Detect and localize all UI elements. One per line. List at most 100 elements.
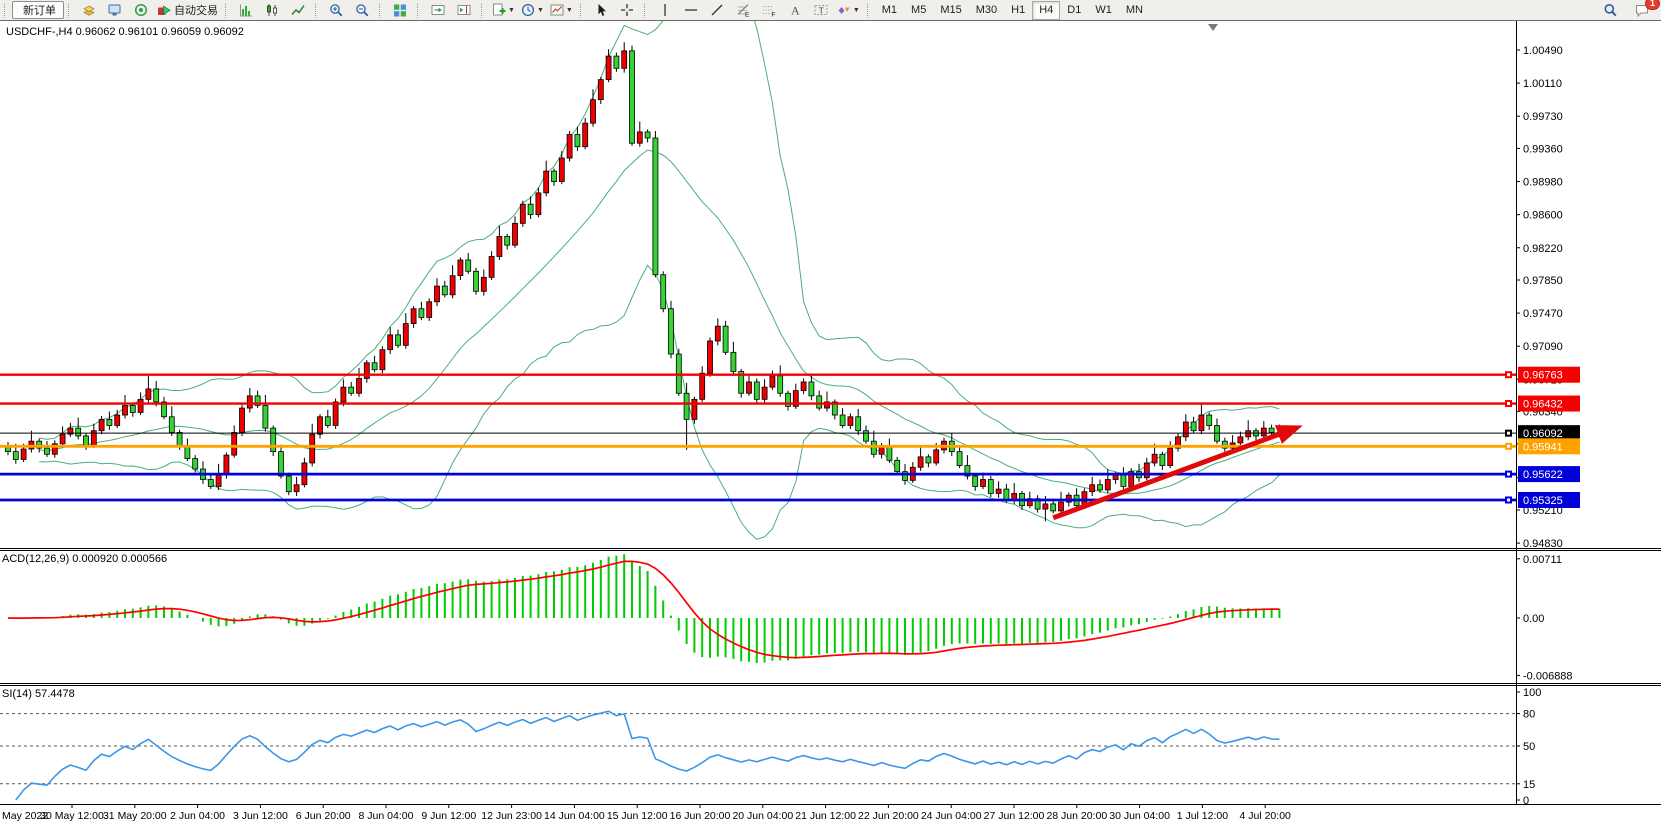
svg-text:0.96432: 0.96432 — [1523, 399, 1563, 411]
trading-terminal-window: 新订单 自动交易 ▼ ▼ ▼ E F AT ▼ M1M5M15M30H1H4D1W1MN 1 1.0… — [0, 0, 1661, 821]
equidistant-channel-button[interactable]: F — [756, 0, 782, 20]
chat-button[interactable]: 1 — [1629, 0, 1655, 20]
svg-text:0.97090: 0.97090 — [1523, 341, 1563, 353]
search-button[interactable] — [1597, 0, 1623, 20]
svg-text:31 May 20:00: 31 May 20:00 — [103, 810, 167, 821]
svg-text:80: 80 — [1523, 709, 1535, 721]
svg-text:-0.006888: -0.006888 — [1523, 670, 1573, 682]
market-watch-icon[interactable] — [76, 0, 102, 20]
svg-text:50: 50 — [1523, 741, 1535, 753]
svg-text:20 Jun 04:00: 20 Jun 04:00 — [732, 810, 793, 821]
tile-windows-icon — [393, 3, 407, 17]
auto-scroll-button[interactable] — [425, 0, 451, 20]
text-button[interactable]: A — [782, 0, 808, 20]
templates-button[interactable]: ▼ — [547, 0, 576, 20]
svg-text:15 Jun 12:00: 15 Jun 12:00 — [607, 810, 668, 821]
main-toolbar: 新订单 自动交易 ▼ ▼ ▼ E F AT ▼ M1M5M15M30H1H4D1W1MN 1 — [0, 0, 1661, 21]
timeframe-mn-button[interactable]: MN — [1119, 1, 1150, 20]
toolbar-group-grip — [225, 3, 230, 18]
zoom-in-button[interactable] — [323, 0, 349, 20]
chart-canvas[interactable]: 1.004901.001100.997300.993600.989800.986… — [0, 21, 1661, 821]
indicators-button[interactable]: ▼ — [489, 0, 518, 20]
svg-text:8 Jun 04:00: 8 Jun 04:00 — [359, 810, 414, 821]
svg-text:0.95622: 0.95622 — [1523, 469, 1563, 481]
timeframe-d1-button[interactable]: D1 — [1060, 1, 1088, 20]
toolbar-group-grip — [644, 3, 649, 18]
svg-text:15: 15 — [1523, 779, 1535, 791]
toolbar-group-grip — [481, 3, 486, 18]
svg-text:100: 100 — [1523, 687, 1541, 699]
svg-text:E: E — [745, 12, 750, 18]
navigator-icon — [108, 3, 122, 17]
svg-text:3 Jun 12:00: 3 Jun 12:00 — [233, 810, 288, 821]
svg-text:0.98220: 0.98220 — [1523, 243, 1563, 255]
crosshair-button[interactable] — [614, 0, 640, 20]
svg-text:F: F — [771, 12, 775, 18]
toolbar-group-grip — [68, 3, 73, 18]
svg-text:24 Jun 04:00: 24 Jun 04:00 — [921, 810, 982, 821]
candlestick-chart-button[interactable] — [259, 0, 285, 20]
toolbar-group-grip — [4, 3, 9, 18]
svg-text:1.00490: 1.00490 — [1523, 45, 1563, 57]
label-icon: T — [814, 3, 828, 17]
new-order-button[interactable]: 新订单 — [12, 1, 64, 19]
svg-text:6 Jun 20:00: 6 Jun 20:00 — [296, 810, 351, 821]
timeframe-m5-button[interactable]: M5 — [904, 1, 933, 20]
bar-chart-button[interactable] — [233, 0, 259, 20]
autotrading-button-label: 自动交易 — [174, 2, 218, 18]
svg-text:0.95941: 0.95941 — [1523, 441, 1563, 453]
dropdown-caret-icon: ▼ — [508, 7, 515, 14]
fibonacci-button[interactable]: E — [730, 0, 756, 20]
svg-text:0.97850: 0.97850 — [1523, 275, 1563, 287]
search-icon — [1603, 3, 1617, 17]
navigator-icon[interactable] — [102, 0, 128, 20]
shapes-button[interactable]: ▼ — [834, 0, 863, 20]
dropdown-caret-icon: ▼ — [566, 7, 573, 14]
autotrading-button[interactable]: 自动交易 — [154, 0, 221, 20]
timeframe-w1-button[interactable]: W1 — [1088, 1, 1119, 20]
periods-icon — [521, 3, 535, 17]
periods-button[interactable]: ▼ — [518, 0, 547, 20]
zoom-in-icon — [329, 3, 343, 17]
chart-shift-button[interactable] — [451, 0, 477, 20]
dropdown-caret-icon: ▼ — [853, 7, 860, 14]
horizontal-line-button[interactable] — [678, 0, 704, 20]
signals-icon[interactable] — [128, 0, 154, 20]
zoom-out-icon — [355, 3, 369, 17]
timeframe-m1-button[interactable]: M1 — [875, 1, 904, 20]
trendline-icon — [710, 3, 724, 17]
hline-icon — [684, 3, 698, 17]
svg-text:0.00: 0.00 — [1523, 613, 1544, 625]
tile-windows-button[interactable] — [387, 0, 413, 20]
svg-text:0.96763: 0.96763 — [1523, 370, 1563, 382]
cursor-button[interactable] — [588, 0, 614, 20]
svg-text:0.99730: 0.99730 — [1523, 111, 1563, 123]
vline-icon — [658, 3, 672, 17]
svg-text:0.00711: 0.00711 — [1523, 554, 1562, 566]
bar-chart-icon — [239, 3, 253, 17]
timeframe-h4-button[interactable]: H4 — [1032, 1, 1060, 20]
zoom-out-button[interactable] — [349, 0, 375, 20]
toolbar-group-grip — [315, 3, 320, 18]
timeframe-h1-button[interactable]: H1 — [1004, 1, 1032, 20]
line-chart-icon — [291, 3, 305, 17]
new-order-button-label: 新订单 — [23, 2, 56, 18]
svg-text:12 Jun 23:00: 12 Jun 23:00 — [481, 810, 542, 821]
timeframe-m15-button[interactable]: M15 — [933, 1, 968, 20]
vertical-line-button[interactable] — [652, 0, 678, 20]
chart-shift-icon — [457, 3, 471, 17]
timeframe-m30-button[interactable]: M30 — [969, 1, 1004, 20]
line-chart-button[interactable] — [285, 0, 311, 20]
templates-icon — [550, 3, 564, 17]
trendline-button[interactable] — [704, 0, 730, 20]
svg-text:0.98600: 0.98600 — [1523, 210, 1563, 222]
svg-text:0.97470: 0.97470 — [1523, 308, 1563, 320]
autotrading-icon — [157, 3, 171, 17]
fibonacci-icon: E — [736, 3, 750, 17]
candle-chart-icon — [265, 3, 279, 17]
signals-icon — [134, 3, 148, 17]
dropdown-caret-icon: ▼ — [537, 7, 544, 14]
svg-text:A: A — [791, 4, 800, 18]
text-label-button[interactable]: T — [808, 0, 834, 20]
rsi-indicator-label: SI(14) 57.4478 — [2, 688, 75, 700]
